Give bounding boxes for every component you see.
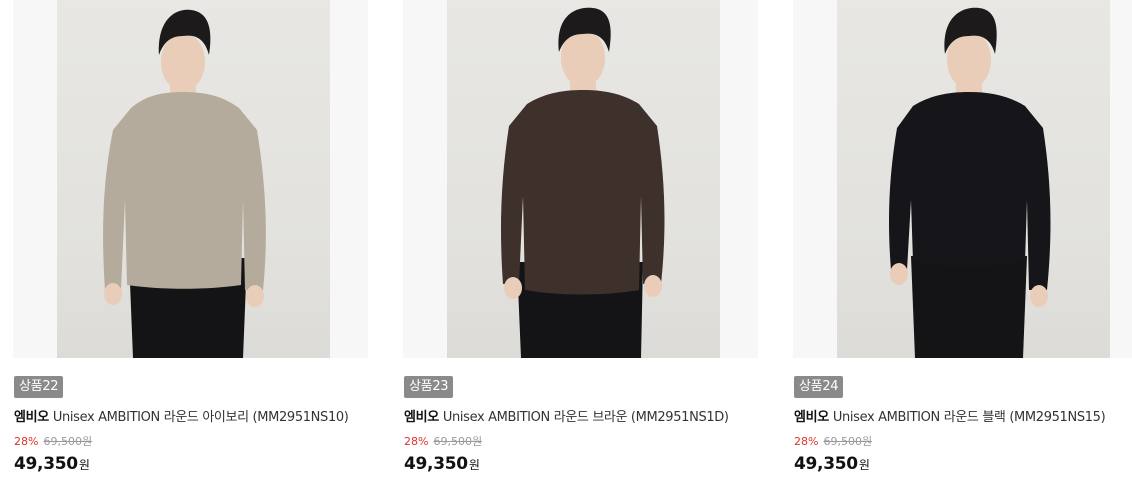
product-title[interactable]: 엠비오 Unisex AMBITION 라운드 아이보리 (MM2951NS10)	[14, 408, 374, 428]
product-photo	[447, 0, 720, 358]
currency-unit: 원	[858, 458, 870, 472]
product-image-link[interactable]	[13, 0, 368, 358]
original-price: 69,500원	[43, 435, 93, 448]
price-info: 28% 69,500원	[794, 434, 872, 450]
sale-price: 49,350원	[404, 454, 480, 474]
product-photo	[837, 0, 1110, 358]
price-info: 28% 69,500원	[14, 434, 92, 450]
discount-rate: 28%	[14, 435, 39, 448]
product-grid: 상품22 엠비오 Unisex AMBITION 라운드 아이보리 (MM2951…	[0, 0, 1132, 484]
sale-price-amount: 49,350	[404, 454, 468, 474]
product-number-badge: 상품23	[404, 376, 454, 398]
product-card[interactable]: 상품24 엠비오 Unisex AMBITION 라운드 블랙 (MM2951NS…	[793, 0, 1132, 484]
product-card[interactable]: 상품22 엠비오 Unisex AMBITION 라운드 아이보리 (MM2951…	[13, 0, 383, 484]
product-name: Unisex AMBITION 라운드 브라운 (MM2951NS1D)	[442, 410, 729, 425]
product-number-badge: 상품22	[14, 376, 64, 398]
currency-unit: 원	[78, 458, 90, 472]
original-price: 69,500원	[823, 435, 873, 448]
product-name: Unisex AMBITION 라운드 블랙 (MM2951NS15)	[832, 410, 1106, 425]
currency-unit: 원	[468, 458, 480, 472]
product-image-link[interactable]	[403, 0, 758, 358]
product-photo	[57, 0, 330, 358]
sale-price: 49,350원	[794, 454, 870, 474]
product-image-link[interactable]	[793, 0, 1132, 358]
product-title[interactable]: 엠비오 Unisex AMBITION 라운드 블랙 (MM2951NS15)	[794, 408, 1132, 428]
discount-rate: 28%	[794, 435, 819, 448]
original-price: 69,500원	[433, 435, 483, 448]
product-number-badge: 상품24	[794, 376, 844, 398]
product-title[interactable]: 엠비오 Unisex AMBITION 라운드 브라운 (MM2951NS1D)	[404, 408, 764, 428]
brand-name: 엠비오	[14, 410, 49, 425]
brand-name: 엠비오	[794, 410, 829, 425]
brand-name: 엠비오	[404, 410, 439, 425]
discount-rate: 28%	[404, 435, 429, 448]
price-info: 28% 69,500원	[404, 434, 482, 450]
product-card[interactable]: 상품23 엠비오 Unisex AMBITION 라운드 브라운 (MM2951N…	[403, 0, 773, 484]
sale-price-amount: 49,350	[14, 454, 78, 474]
sale-price: 49,350원	[14, 454, 90, 474]
sale-price-amount: 49,350	[794, 454, 858, 474]
product-name: Unisex AMBITION 라운드 아이보리 (MM2951NS10)	[52, 410, 349, 425]
